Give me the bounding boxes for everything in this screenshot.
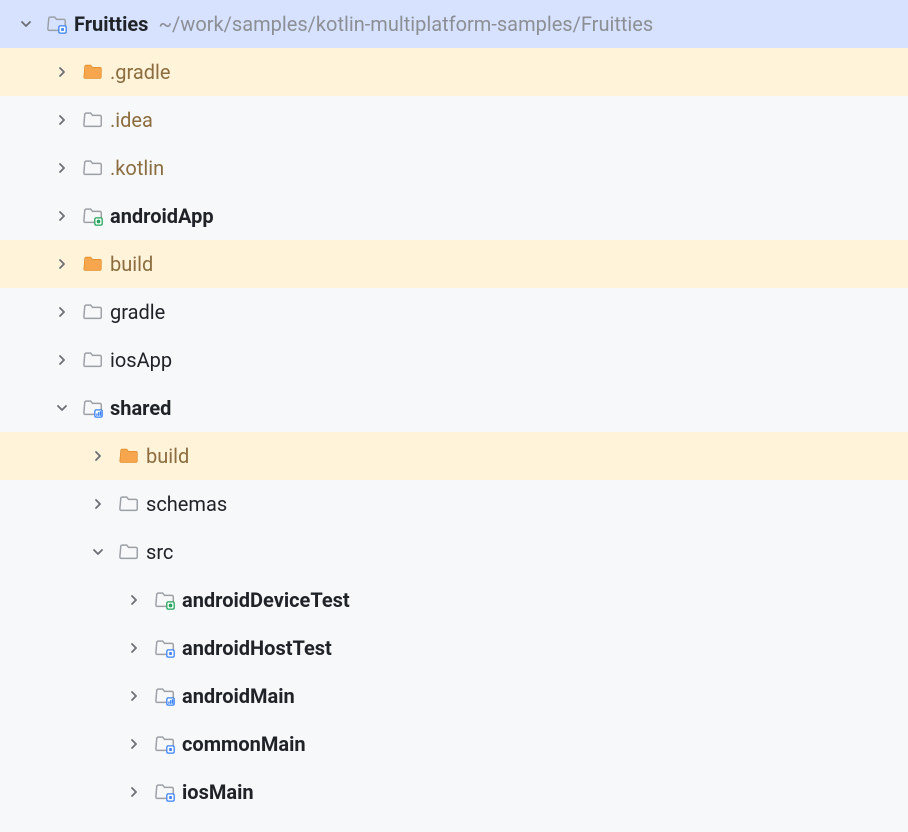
chevron-right-icon[interactable] [124, 734, 144, 754]
folder-gray-icon [82, 157, 104, 179]
tree-row[interactable]: schemas [0, 480, 908, 528]
tree-row[interactable]: build [0, 240, 908, 288]
tree-row[interactable]: .gradle [0, 48, 908, 96]
chevron-right-icon[interactable] [52, 110, 72, 130]
chevron-down-icon[interactable] [88, 542, 108, 562]
folder-module-bars-icon [82, 397, 104, 419]
tree-row-label: gradle [110, 300, 165, 324]
chevron-right-icon[interactable] [124, 590, 144, 610]
tree-row-label: androidDeviceTest [182, 588, 350, 612]
folder-gray-icon [118, 541, 140, 563]
chevron-right-icon[interactable] [88, 494, 108, 514]
tree-row-label: build [146, 444, 189, 468]
tree-row[interactable]: .idea [0, 96, 908, 144]
folder-gray-icon [82, 109, 104, 131]
folder-gray-icon [82, 349, 104, 371]
tree-row[interactable]: androidMain [0, 672, 908, 720]
tree-row[interactable]: androidHostTest [0, 624, 908, 672]
tree-row-root[interactable]: Fruitties ~/work/samples/kotlin-multipla… [0, 0, 908, 48]
tree-row[interactable]: shared [0, 384, 908, 432]
root-path: ~/work/samples/kotlin-multiplatform-samp… [158, 12, 653, 36]
folder-gray-icon [82, 301, 104, 323]
chevron-right-icon[interactable] [52, 350, 72, 370]
tree-row-label: androidHostTest [182, 636, 332, 660]
tree-row-label: .gradle [110, 60, 171, 84]
tree-row-label: .idea [110, 108, 153, 132]
tree-row[interactable]: build [0, 432, 908, 480]
tree-row[interactable]: gradle [0, 288, 908, 336]
folder-orange-icon [82, 253, 104, 275]
chevron-down-icon[interactable] [16, 14, 36, 34]
tree-row-label: androidApp [110, 204, 214, 228]
tree-row-label: build [110, 252, 153, 276]
chevron-right-icon[interactable] [52, 254, 72, 274]
chevron-right-icon[interactable] [124, 686, 144, 706]
tree-row[interactable]: androidApp [0, 192, 908, 240]
chevron-right-icon[interactable] [52, 302, 72, 322]
folder-orange-icon [82, 61, 104, 83]
folder-module-blue-icon [46, 13, 68, 35]
chevron-right-icon[interactable] [52, 206, 72, 226]
chevron-right-icon[interactable] [52, 62, 72, 82]
folder-orange-icon [118, 445, 140, 467]
root-label: Fruitties [74, 12, 148, 36]
tree-row-label: shared [110, 396, 171, 420]
folder-module-green-icon [154, 589, 176, 611]
chevron-right-icon[interactable] [124, 782, 144, 802]
tree-row[interactable]: iosApp [0, 336, 908, 384]
chevron-down-icon[interactable] [52, 398, 72, 418]
project-tree: Fruitties ~/work/samples/kotlin-multipla… [0, 0, 908, 816]
tree-row[interactable]: src [0, 528, 908, 576]
tree-row-label: src [146, 540, 173, 564]
tree-row-label: iosApp [110, 348, 172, 372]
folder-module-bars-icon [154, 685, 176, 707]
folder-gray-icon [118, 493, 140, 515]
tree-row[interactable]: iosMain [0, 768, 908, 816]
chevron-right-icon[interactable] [88, 446, 108, 466]
folder-module-blue-icon [154, 733, 176, 755]
folder-module-blue-icon [154, 637, 176, 659]
tree-row-label: schemas [146, 492, 227, 516]
chevron-right-icon[interactable] [52, 158, 72, 178]
tree-row-label: iosMain [182, 780, 254, 804]
tree-row[interactable]: .kotlin [0, 144, 908, 192]
tree-row-label: androidMain [182, 684, 295, 708]
chevron-right-icon[interactable] [124, 638, 144, 658]
tree-row-label: .kotlin [110, 156, 164, 180]
tree-row[interactable]: commonMain [0, 720, 908, 768]
folder-module-blue-icon [154, 781, 176, 803]
tree-row-label: commonMain [182, 732, 306, 756]
tree-row[interactable]: androidDeviceTest [0, 576, 908, 624]
folder-module-green-icon [82, 205, 104, 227]
